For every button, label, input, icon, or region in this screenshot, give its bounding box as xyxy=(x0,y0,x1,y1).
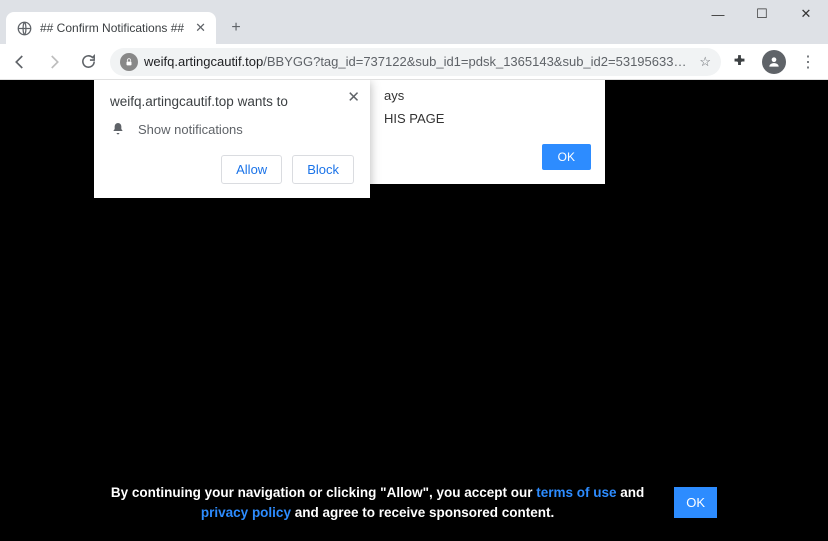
extensions-icon[interactable] xyxy=(731,53,748,70)
url-host: weifq.artingcautif.top xyxy=(144,54,263,69)
globe-icon xyxy=(16,20,32,36)
back-button[interactable] xyxy=(8,50,32,74)
consent-text-a: By continuing your navigation or clickin… xyxy=(111,485,536,500)
block-button[interactable]: Block xyxy=(292,155,354,184)
allow-button[interactable]: Allow xyxy=(221,155,282,184)
consent-text-c: and agree to receive sponsored content. xyxy=(291,505,554,520)
bell-icon xyxy=(110,121,126,137)
terms-of-use-link[interactable]: terms of use xyxy=(536,485,616,500)
consent-bar: By continuing your navigation or clickin… xyxy=(0,483,828,524)
permission-title: weifq.artingcautif.top wants to xyxy=(110,94,354,109)
browser-toolbar: weifq.artingcautif.top/BBYGG?tag_id=7371… xyxy=(0,44,828,80)
page-content: Cl that you ays HIS PAGE OK ✕ weifq.arti… xyxy=(0,80,828,541)
page-alert-line2: HIS PAGE xyxy=(384,111,591,126)
address-bar[interactable]: weifq.artingcautif.top/BBYGG?tag_id=7371… xyxy=(110,48,721,76)
tab-close-icon[interactable]: ✕ xyxy=(195,20,206,36)
reload-button[interactable] xyxy=(76,50,100,74)
maximize-button[interactable]: ☐ xyxy=(740,0,784,28)
url-text: weifq.artingcautif.top/BBYGG?tag_id=7371… xyxy=(144,54,693,69)
toolbar-right: ⋮ xyxy=(731,50,820,74)
consent-ok-button[interactable]: OK xyxy=(674,487,717,518)
page-alert-line1: ays xyxy=(384,88,591,103)
permission-close-icon[interactable]: ✕ xyxy=(347,88,360,106)
forward-button[interactable] xyxy=(42,50,66,74)
tab-title: ## Confirm Notifications ## xyxy=(40,21,187,35)
site-info-icon[interactable] xyxy=(120,53,138,71)
window-controls: — ☐ ✕ xyxy=(696,0,828,28)
page-alert-ok-button[interactable]: OK xyxy=(542,144,591,170)
url-path: /BBYGG?tag_id=737122&sub_id1=pdsk_136514… xyxy=(263,54,693,69)
page-alert-dialog: ays HIS PAGE OK xyxy=(370,80,605,184)
profile-avatar-icon[interactable] xyxy=(762,50,786,74)
bookmark-star-icon[interactable]: ☆ xyxy=(699,54,711,70)
consent-text: By continuing your navigation or clickin… xyxy=(111,483,644,524)
privacy-policy-link[interactable]: privacy policy xyxy=(201,505,291,520)
permission-item-label: Show notifications xyxy=(138,122,243,137)
browser-tab[interactable]: ## Confirm Notifications ## ✕ xyxy=(6,12,216,44)
kebab-menu-icon[interactable]: ⋮ xyxy=(800,52,816,72)
minimize-button[interactable]: — xyxy=(696,0,740,28)
new-tab-button[interactable]: + xyxy=(222,14,250,42)
notification-permission-prompt: ✕ weifq.artingcautif.top wants to Show n… xyxy=(94,80,370,198)
window-close-button[interactable]: ✕ xyxy=(784,0,828,28)
consent-text-b: and xyxy=(617,485,645,500)
